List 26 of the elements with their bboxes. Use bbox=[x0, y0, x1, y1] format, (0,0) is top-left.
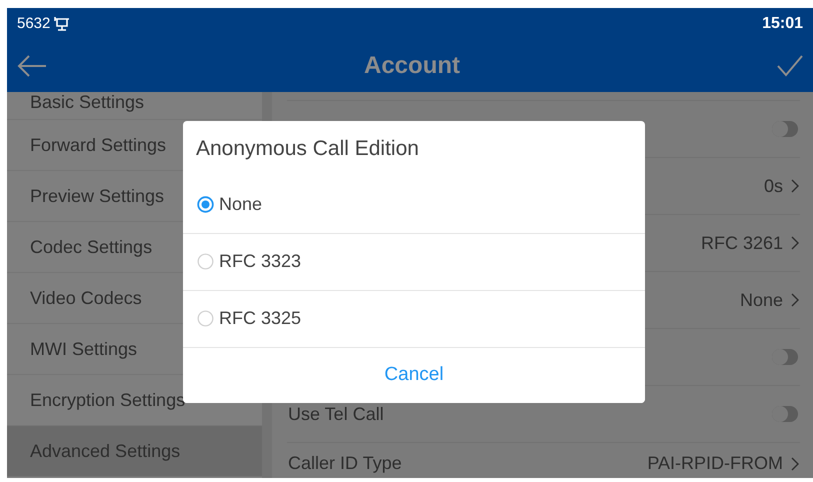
setting-value[interactable]: None bbox=[740, 286, 783, 314]
check-icon[interactable] bbox=[777, 55, 803, 77]
extension-number: 5632 bbox=[17, 14, 50, 34]
chevron-right-icon bbox=[791, 456, 799, 470]
setting-value[interactable]: RFC 3261 bbox=[700, 230, 783, 256]
sidebar-item[interactable]: Basic Settings bbox=[7, 92, 262, 120]
clock-time: 15:01 bbox=[762, 14, 803, 34]
toggle-switch[interactable] bbox=[772, 406, 798, 422]
chevron-right-icon bbox=[791, 236, 799, 250]
chevron-right-icon bbox=[791, 179, 799, 193]
page-title: Account bbox=[364, 51, 460, 81]
radio-option[interactable]: None bbox=[183, 176, 645, 234]
monitor-icon bbox=[54, 16, 70, 32]
chevron-right-icon bbox=[791, 293, 799, 307]
radio-button[interactable] bbox=[197, 253, 214, 270]
radio-button[interactable] bbox=[197, 310, 214, 328]
toggle-switch[interactable] bbox=[772, 121, 798, 137]
sidebar-item[interactable]: Advanced Settings bbox=[7, 426, 262, 477]
radio-button[interactable] bbox=[197, 196, 214, 214]
setting-label: Use Tel Call bbox=[288, 402, 384, 426]
setting-label: Caller ID Type bbox=[288, 452, 402, 475]
back-arrow-icon[interactable] bbox=[17, 54, 47, 78]
toggle-switch[interactable] bbox=[772, 349, 798, 365]
setting-value[interactable]: 0s bbox=[764, 172, 783, 200]
setting-value[interactable]: PAI-RPID-FROM bbox=[647, 450, 783, 477]
radio-option[interactable]: RFC 3323 bbox=[183, 234, 645, 291]
